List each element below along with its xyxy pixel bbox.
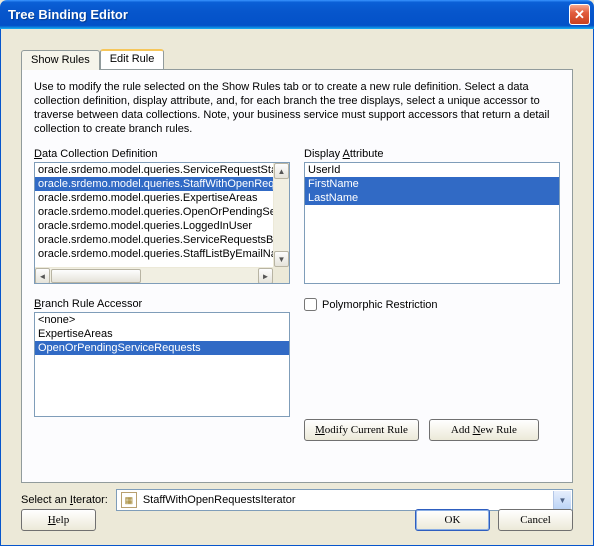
dialog-button-bar: Help OK Cancel bbox=[21, 509, 573, 531]
list-item[interactable]: oracle.srdemo.model.queries.StaffWithOpe… bbox=[35, 177, 273, 191]
chevron-down-icon[interactable]: ▼ bbox=[553, 491, 571, 509]
list-item[interactable]: oracle.srdemo.model.queries.ServiceReque… bbox=[35, 233, 273, 247]
display-attribute-listbox[interactable]: UserIdFirstNameLastName bbox=[304, 162, 560, 284]
list-item[interactable]: UserId bbox=[305, 163, 559, 177]
window-title: Tree Binding Editor bbox=[8, 7, 569, 22]
tab-strip: Show Rules Edit Rule bbox=[21, 49, 164, 69]
display-attribute-label: Display Attribute bbox=[304, 148, 560, 160]
scroll-thumb[interactable] bbox=[51, 269, 141, 283]
scroll-corner bbox=[273, 267, 289, 283]
modify-current-rule-button[interactable]: Modify Current Rule bbox=[304, 419, 419, 441]
list-item[interactable]: oracle.srdemo.model.queries.ExpertiseAre… bbox=[35, 191, 273, 205]
tab-label: Show Rules bbox=[31, 54, 90, 66]
iterator-combobox[interactable]: ▦ StaffWithOpenRequestsIterator ▼ bbox=[116, 489, 573, 511]
list-item[interactable]: oracle.srdemo.model.queries.ServiceReque… bbox=[35, 163, 273, 177]
list-item[interactable]: oracle.srdemo.model.queries.OpenOrPendin… bbox=[35, 205, 273, 219]
tab-edit-rule[interactable]: Edit Rule bbox=[100, 49, 165, 69]
close-button[interactable]: ✕ bbox=[569, 4, 590, 25]
add-new-rule-button[interactable]: Add New Rule bbox=[429, 419, 539, 441]
polymorphic-checkbox[interactable] bbox=[304, 298, 317, 311]
scroll-down-icon[interactable]: ▼ bbox=[274, 251, 289, 267]
cancel-button[interactable]: Cancel bbox=[498, 509, 573, 531]
intro-text: Use to modify the rule selected on the S… bbox=[34, 80, 560, 136]
tab-label: Edit Rule bbox=[110, 53, 155, 65]
list-item[interactable]: ExpertiseAreas bbox=[35, 327, 289, 341]
list-item[interactable]: FirstName bbox=[305, 177, 559, 191]
iterator-icon: ▦ bbox=[121, 492, 137, 508]
branch-rule-listbox[interactable]: <none>ExpertiseAreasOpenOrPendingService… bbox=[34, 312, 290, 417]
list-item[interactable]: oracle.srdemo.model.queries.LoggedInUser bbox=[35, 219, 273, 233]
dialog-body: Show Rules Edit Rule Use to modify the r… bbox=[0, 29, 594, 546]
branch-rule-label: Branch Rule Accessor bbox=[34, 298, 290, 310]
list-item[interactable]: oracle.srdemo.model.queries.StaffListByE… bbox=[35, 247, 273, 261]
iterator-row: Select an Iterator: ▦ StaffWithOpenReque… bbox=[21, 489, 573, 511]
list-item[interactable]: OpenOrPendingServiceRequests bbox=[35, 341, 289, 355]
help-button[interactable]: Help bbox=[21, 509, 96, 531]
scroll-right-icon[interactable]: ► bbox=[258, 268, 273, 284]
polymorphic-label[interactable]: Polymorphic Restriction bbox=[322, 299, 438, 311]
list-item[interactable]: <none> bbox=[35, 313, 289, 327]
data-collection-listbox[interactable]: oracle.srdemo.model.queries.ServiceReque… bbox=[34, 162, 290, 284]
title-bar: Tree Binding Editor ✕ bbox=[0, 0, 594, 29]
iterator-value: StaffWithOpenRequestsIterator bbox=[143, 494, 296, 506]
scroll-left-icon[interactable]: ◄ bbox=[35, 268, 50, 284]
tab-panel-edit-rule: Use to modify the rule selected on the S… bbox=[21, 69, 573, 483]
tab-show-rules[interactable]: Show Rules bbox=[21, 50, 100, 70]
polymorphic-restriction-row: Polymorphic Restriction bbox=[304, 298, 560, 311]
close-icon: ✕ bbox=[574, 7, 585, 23]
horizontal-scrollbar[interactable]: ◄ ► bbox=[35, 267, 273, 283]
ok-button[interactable]: OK bbox=[415, 509, 490, 531]
data-collection-label: Data Collection Definition bbox=[34, 148, 290, 160]
vertical-scrollbar[interactable]: ▲ ▼ bbox=[273, 163, 289, 267]
scroll-up-icon[interactable]: ▲ bbox=[274, 163, 289, 179]
select-iterator-label: Select an Iterator: bbox=[21, 494, 108, 506]
list-item[interactable]: LastName bbox=[305, 191, 559, 205]
